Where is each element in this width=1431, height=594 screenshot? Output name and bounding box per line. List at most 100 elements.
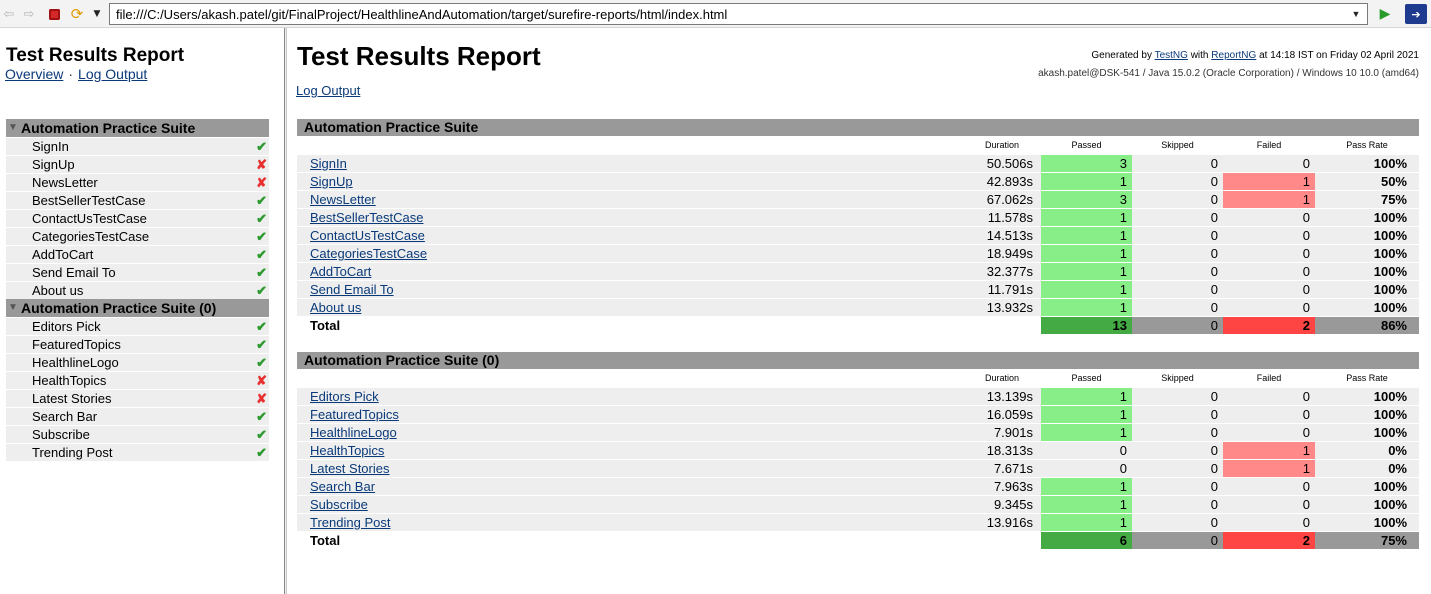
skipped-cell: 0 [1132, 496, 1223, 513]
passed-cell: 1 [1041, 514, 1132, 531]
browser-toolbar: ⇦ ⇨ ⟳ ▼ file:///C:/Users/akash.patel/git… [0, 0, 1431, 28]
pass-check-icon: ✔ [256, 229, 267, 244]
test-name-link[interactable]: Send Email To [310, 281, 394, 298]
test-name-link[interactable]: FeaturedTopics [310, 406, 399, 423]
test-name-link[interactable]: CategoriesTestCase [310, 245, 427, 262]
failed-cell: 0 [1223, 299, 1315, 316]
duration-cell: 42.893s [963, 173, 1041, 190]
test-name-link[interactable]: Editors Pick [310, 388, 379, 405]
test-name-link[interactable]: SignUp [310, 173, 353, 190]
pass-check-icon: ✔ [256, 247, 267, 262]
stop-icon[interactable] [45, 5, 63, 23]
history-dropdown-icon[interactable]: ▼ [88, 5, 106, 23]
nav-test-item: HealthlineLogo ✔ [6, 353, 269, 371]
nav-test-link[interactable]: Send Email To [32, 264, 116, 281]
nav-test-link[interactable]: SignUp [32, 156, 75, 173]
duration-cell: 11.578s [963, 209, 1041, 226]
nav-test-item: NewsLetter ✘ [6, 173, 269, 191]
nav-test-item: CategoriesTestCase ✔ [6, 227, 269, 245]
url-dropdown-icon[interactable]: ▼ [1347, 5, 1365, 23]
test-name-link[interactable]: Latest Stories [310, 460, 390, 477]
log-output-link[interactable]: Log Output [296, 83, 360, 98]
nav-test-link[interactable]: AddToCart [32, 246, 93, 263]
nav-test-link[interactable]: Editors Pick [32, 318, 101, 335]
nav-test-item: SignIn ✔ [6, 137, 269, 155]
nav-suite-header[interactable]: ▼ Automation Practice Suite (0) [6, 299, 269, 317]
collapse-triangle-icon[interactable]: ▼ [8, 299, 21, 317]
nav-suite-header[interactable]: ▼ Automation Practice Suite [6, 119, 269, 137]
passed-cell: 1 [1041, 209, 1132, 226]
total-passed-cell: 6 [1041, 532, 1132, 549]
nav-test-link[interactable]: Subscribe [32, 426, 90, 443]
frame-divider[interactable] [284, 28, 287, 594]
nav-test-link[interactable]: HealthTopics [32, 372, 106, 389]
test-name-cell: Trending Post [297, 514, 963, 531]
url-input[interactable]: file:///C:/Users/akash.patel/git/FinalPr… [109, 3, 1368, 25]
failed-cell: 0 [1223, 281, 1315, 298]
collapse-triangle-icon[interactable]: ▼ [8, 119, 21, 137]
test-name-link[interactable]: NewsLetter [310, 191, 376, 208]
test-name-link[interactable]: About us [310, 299, 361, 316]
nav-separator: · [68, 66, 74, 82]
passed-cell: 1 [1041, 281, 1132, 298]
refresh-icon[interactable]: ⟳ [68, 5, 86, 23]
suite-results-table: Automation Practice Suite Duration Passed S… [297, 119, 1419, 334]
nav-test-link[interactable]: Search Bar [32, 408, 97, 425]
nav-test-link[interactable]: HealthlineLogo [32, 354, 119, 371]
nav-test-link[interactable]: NewsLetter [32, 174, 98, 191]
nav-suite: ▼ Automation Practice Suite (0) Editors Pi… [6, 299, 269, 461]
test-name-link[interactable]: ContactUsTestCase [310, 227, 425, 244]
nav-test-link[interactable]: ContactUsTestCase [32, 210, 147, 227]
nav-log-output-link[interactable]: Log Output [78, 66, 147, 82]
nav-test-link[interactable]: SignIn [32, 138, 69, 155]
pass-rate-cell: 100% [1315, 209, 1419, 226]
nav-test-link[interactable]: About us [32, 282, 83, 299]
pass-rate-cell: 100% [1315, 155, 1419, 172]
test-name-cell: HealthlineLogo [297, 424, 963, 441]
pass-check-icon: ✔ [256, 211, 267, 226]
col-skipped-header: Skipped [1161, 373, 1194, 383]
test-name-link[interactable]: AddToCart [310, 263, 371, 280]
duration-cell: 13.932s [963, 299, 1041, 316]
duration-cell: 50.506s [963, 155, 1041, 172]
nav-test-item: Send Email To ✔ [6, 263, 269, 281]
col-failed-header: Failed [1256, 140, 1282, 150]
test-name-link[interactable]: SignIn [310, 155, 347, 172]
total-pass-rate-cell: 86% [1315, 317, 1419, 334]
test-name-cell: Send Email To [297, 281, 963, 298]
overview-link[interactable]: Overview [5, 66, 63, 82]
test-name-cell: CategoriesTestCase [297, 245, 963, 262]
test-name-link[interactable]: HealthlineLogo [310, 424, 397, 441]
pass-rate-cell: 100% [1315, 281, 1419, 298]
failed-cell: 0 [1223, 388, 1315, 405]
fail-cross-icon: ✘ [256, 175, 267, 190]
failed-cell: 0 [1223, 209, 1315, 226]
test-name-link[interactable]: Search Bar [310, 478, 375, 495]
reportng-link[interactable]: ReportNG [1211, 50, 1256, 61]
nav-test-link[interactable]: CategoriesTestCase [32, 228, 149, 245]
forward-arrow-icon[interactable]: ⇨ [20, 5, 38, 23]
generated-suffix: at 14:18 IST on Friday 02 April 2021 [1259, 50, 1419, 61]
pass-check-icon: ✔ [256, 283, 267, 298]
open-external-browser-icon[interactable]: ➔ [1405, 4, 1427, 24]
failed-cell: 1 [1223, 173, 1315, 190]
table-row: SignUp 42.893s 1 0 1 50% [297, 172, 1419, 190]
nav-test-link[interactable]: FeaturedTopics [32, 336, 121, 353]
test-name-cell: AddToCart [297, 263, 963, 280]
test-name-link[interactable]: HealthTopics [310, 442, 384, 459]
nav-test-link[interactable]: BestSellerTestCase [32, 192, 145, 209]
total-label: Total [310, 318, 341, 333]
nav-test-item: About us ✔ [6, 281, 269, 299]
back-arrow-icon[interactable]: ⇦ [0, 5, 18, 23]
go-icon[interactable]: ▶ [1376, 5, 1394, 23]
test-name-link[interactable]: Subscribe [310, 496, 368, 513]
test-name-link[interactable]: BestSellerTestCase [310, 209, 423, 226]
test-name-link[interactable]: Trending Post [310, 514, 390, 531]
pass-rate-cell: 100% [1315, 496, 1419, 513]
report-content-frame: Test Results Report Generated by TestNG … [288, 28, 1431, 594]
nav-test-link[interactable]: Trending Post [32, 444, 112, 461]
testng-link[interactable]: TestNG [1155, 50, 1188, 61]
skipped-cell: 0 [1132, 388, 1223, 405]
table-row: SignIn 50.506s 3 0 0 100% [297, 154, 1419, 172]
nav-test-link[interactable]: Latest Stories [32, 390, 112, 407]
